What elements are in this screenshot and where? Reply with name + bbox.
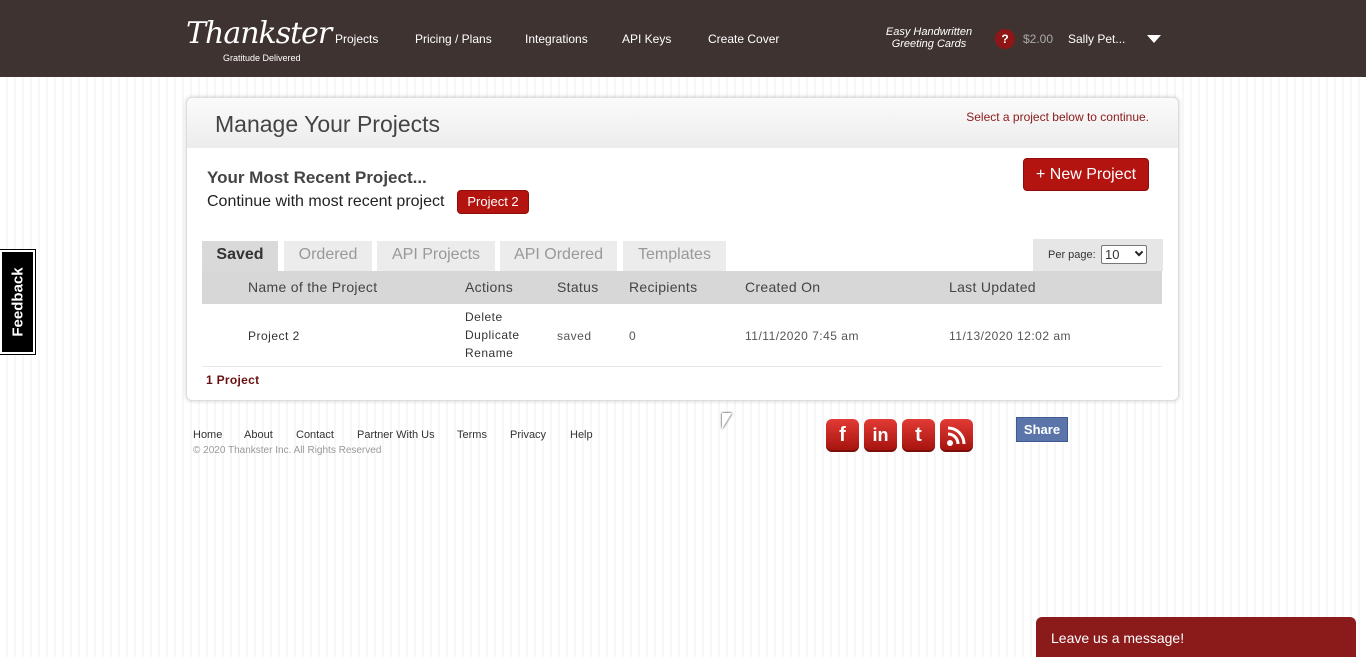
nav-pricing-plans[interactable]: Pricing / Plans bbox=[415, 32, 492, 46]
chat-label: Leave us a message! bbox=[1051, 630, 1185, 646]
mouse-cursor-icon bbox=[722, 413, 732, 429]
footer-partner[interactable]: Partner With Us bbox=[357, 429, 435, 441]
footer-privacy[interactable]: Privacy bbox=[510, 429, 546, 441]
top-navbar: Thankster Gratitude Delivered Projects P… bbox=[0, 0, 1366, 77]
per-page-control: Per page: 10 bbox=[1033, 239, 1163, 271]
footer-contact[interactable]: Contact bbox=[296, 429, 334, 441]
feedback-tab[interactable]: Feedback bbox=[0, 249, 36, 355]
delete-link[interactable]: Delete bbox=[465, 308, 520, 326]
nav-api-keys[interactable]: API Keys bbox=[622, 32, 671, 46]
col-status[interactable]: Status bbox=[557, 279, 599, 295]
nav-create-cover[interactable]: Create Cover bbox=[708, 32, 779, 46]
new-project-button[interactable]: + New Project bbox=[1023, 158, 1149, 191]
table-header: Name of the Project Actions Status Recip… bbox=[202, 271, 1162, 304]
header-tagline: Easy Handwritten Greeting Cards bbox=[880, 26, 978, 50]
per-page-value: 10 bbox=[1105, 247, 1120, 262]
row-actions: Delete Duplicate Rename bbox=[465, 308, 520, 362]
user-name[interactable]: Sally Pet... bbox=[1068, 32, 1125, 46]
footer-home[interactable]: Home bbox=[193, 429, 222, 441]
col-actions: Actions bbox=[465, 279, 514, 295]
footer-about[interactable]: About bbox=[244, 429, 273, 441]
tumblr-icon[interactable]: t bbox=[902, 419, 935, 452]
tab-ordered[interactable]: Ordered bbox=[284, 241, 372, 271]
footer-terms[interactable]: Terms bbox=[457, 429, 487, 441]
per-page-label: Per page: bbox=[1048, 249, 1096, 261]
panel-header: Manage Your Projects Select a project be… bbox=[187, 98, 1178, 148]
help-icon[interactable]: ? bbox=[995, 29, 1015, 49]
col-created-on[interactable]: Created On bbox=[745, 279, 820, 295]
logo-tagline: Gratitude Delivered bbox=[223, 53, 301, 63]
per-page-select[interactable]: 10 bbox=[1101, 245, 1147, 264]
duplicate-link[interactable]: Duplicate bbox=[465, 326, 520, 344]
nav-projects[interactable]: Projects bbox=[335, 32, 378, 46]
chevron-down-icon[interactable] bbox=[1147, 35, 1161, 43]
table-row: Project 2 Delete Duplicate Rename saved … bbox=[202, 304, 1162, 367]
rss-glyph bbox=[947, 426, 966, 446]
tagline-line-1: Easy Handwritten bbox=[885, 26, 973, 38]
tab-api-projects[interactable]: API Projects bbox=[377, 241, 495, 271]
linkedin-icon[interactable]: in bbox=[864, 419, 897, 452]
manage-projects-panel: Manage Your Projects Select a project be… bbox=[186, 97, 1179, 401]
tagline-line-2: Greeting Cards bbox=[891, 38, 967, 50]
project-created: 11/11/2020 7:45 am bbox=[745, 329, 859, 343]
col-name[interactable]: Name of the Project bbox=[248, 279, 377, 295]
recent-project-heading: Your Most Recent Project... bbox=[207, 168, 427, 187]
account-balance: $2.00 bbox=[1023, 32, 1054, 46]
rename-link[interactable]: Rename bbox=[465, 344, 520, 362]
rss-icon[interactable] bbox=[940, 419, 973, 452]
page-title: Manage Your Projects bbox=[215, 111, 441, 137]
logo-script: Thankster bbox=[186, 16, 332, 51]
col-last-updated[interactable]: Last Updated bbox=[949, 279, 1036, 295]
chat-widget[interactable]: Leave us a message! bbox=[1036, 617, 1356, 657]
recent-project-button[interactable]: Project 2 bbox=[457, 190, 529, 214]
project-status: saved bbox=[557, 329, 592, 343]
project-recipients: 0 bbox=[629, 329, 637, 343]
col-recipients[interactable]: Recipients bbox=[629, 279, 697, 295]
feedback-label: Feedback bbox=[9, 267, 26, 337]
project-updated: 11/13/2020 12:02 am bbox=[949, 329, 1072, 343]
copyright: © 2020 Thankster Inc. All Rights Reserve… bbox=[193, 445, 382, 456]
project-name[interactable]: Project 2 bbox=[248, 329, 300, 343]
tab-api-ordered[interactable]: API Ordered bbox=[500, 241, 617, 271]
recent-project-text: Continue with most recent project bbox=[207, 193, 445, 210]
project-count: 1 Project bbox=[206, 373, 260, 387]
nav-integrations[interactable]: Integrations bbox=[525, 32, 588, 46]
share-button[interactable]: Share bbox=[1016, 417, 1068, 442]
facebook-icon[interactable]: f bbox=[826, 419, 859, 452]
panel-hint: Select a project below to continue. bbox=[966, 110, 1149, 124]
chevron-down-icon bbox=[1134, 247, 1144, 257]
tab-saved[interactable]: Saved bbox=[202, 241, 278, 271]
footer-help[interactable]: Help bbox=[570, 429, 593, 441]
thankster-logo[interactable]: Thankster Gratitude Delivered bbox=[186, 14, 332, 66]
tab-templates[interactable]: Templates bbox=[623, 241, 726, 271]
